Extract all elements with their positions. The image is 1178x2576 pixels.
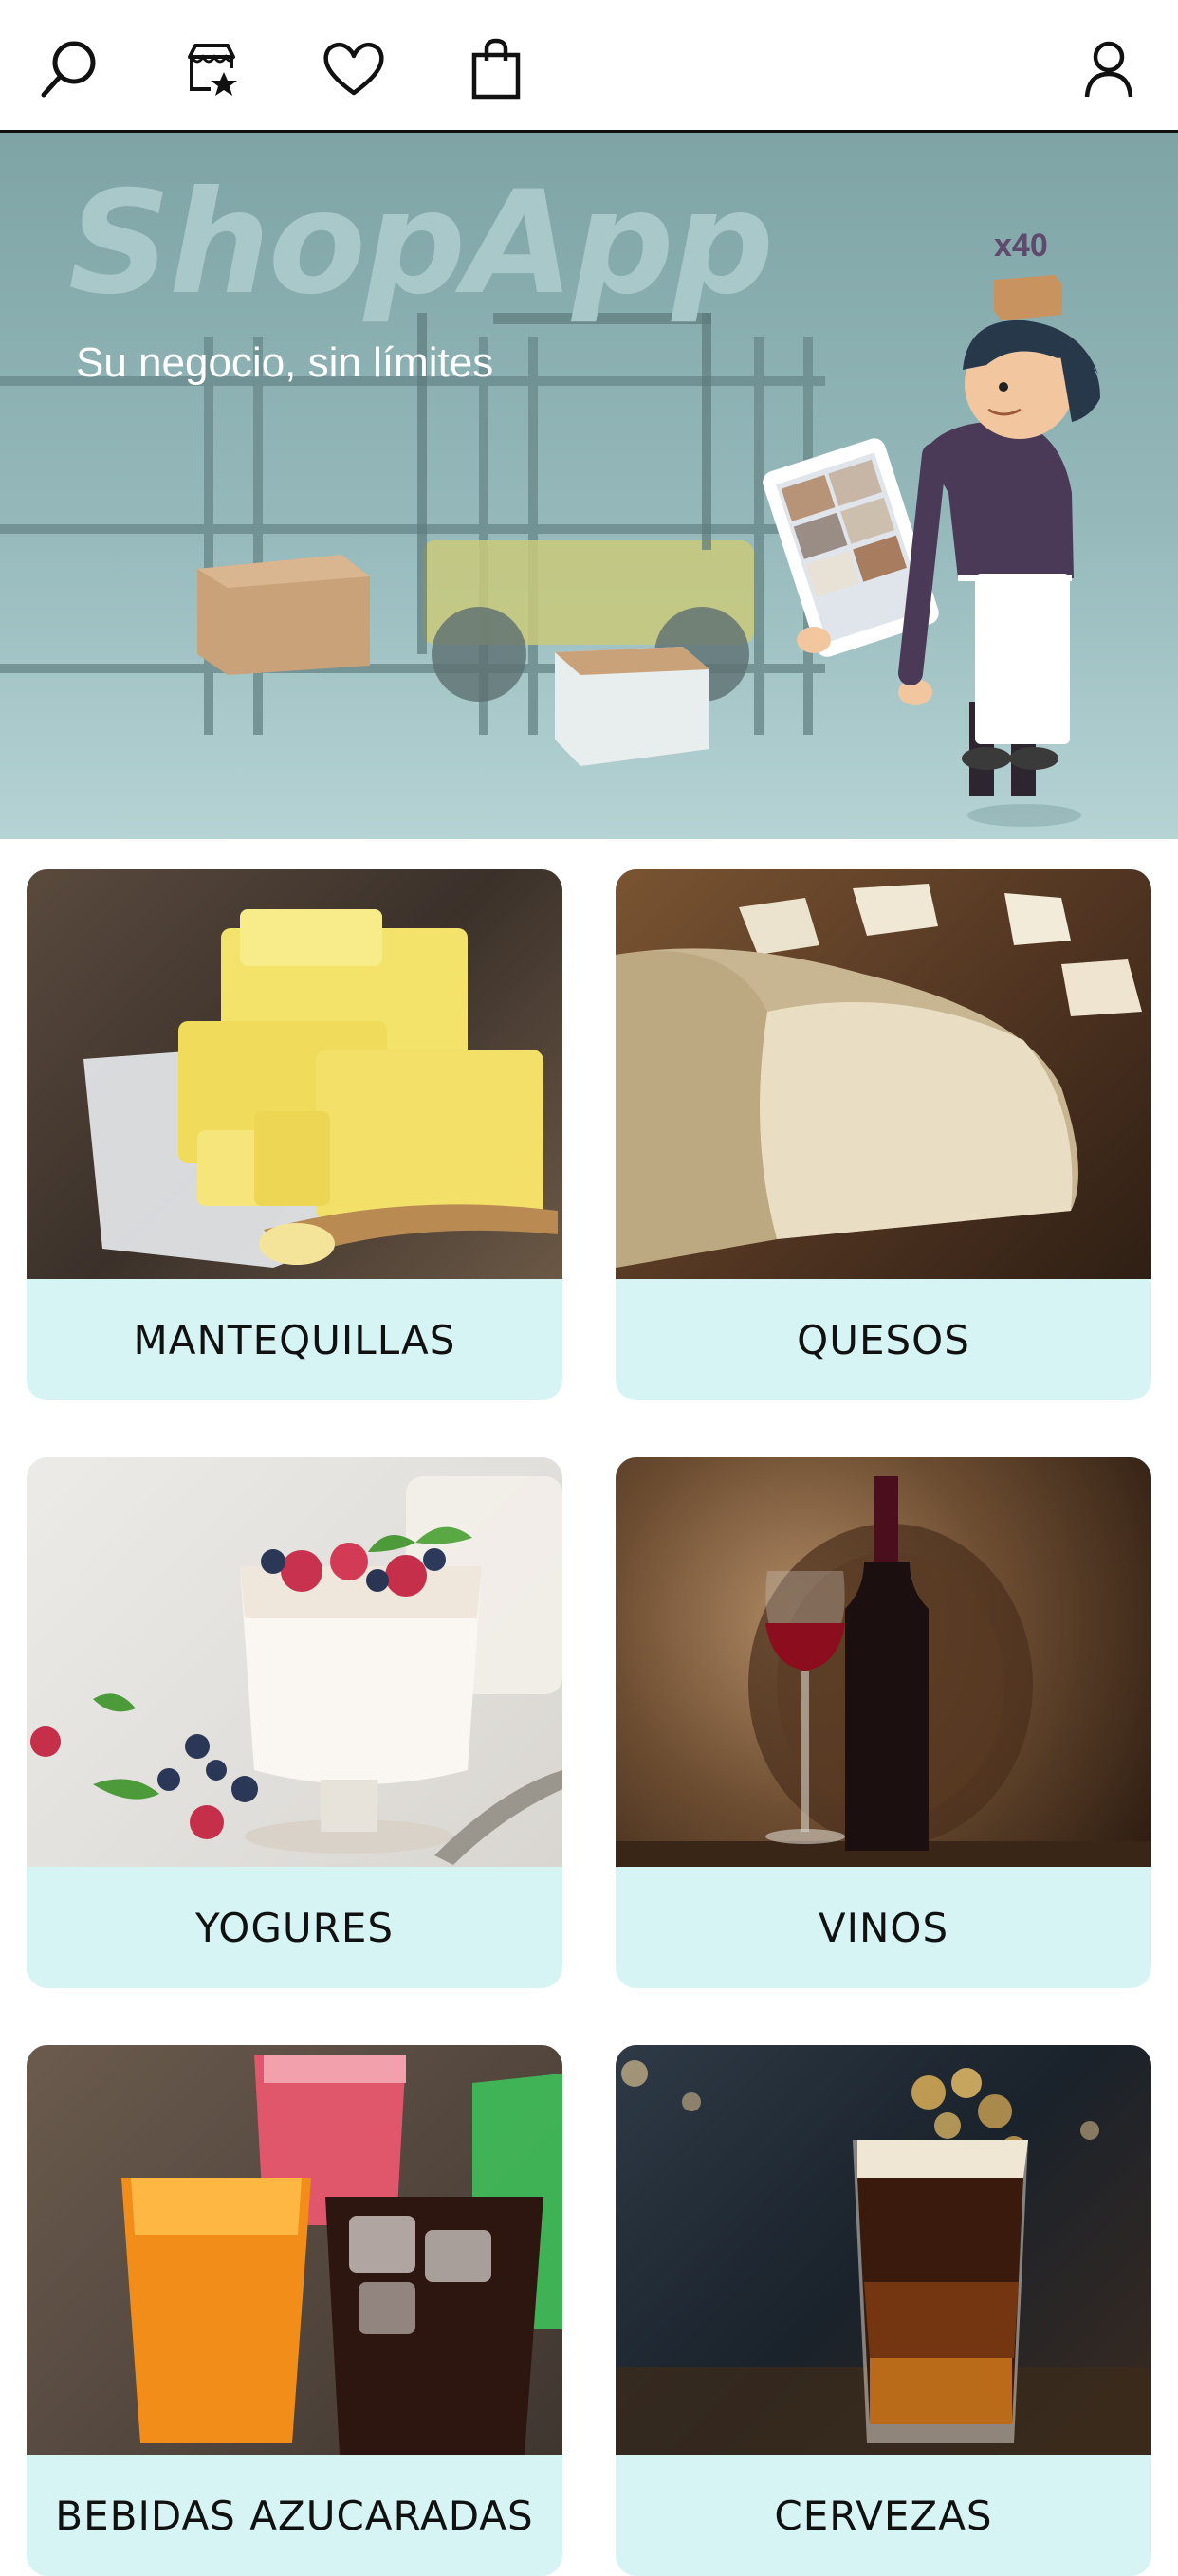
category-card-mantequillas[interactable]: MANTEQUILLAS <box>27 869 562 1400</box>
cheese-image <box>616 869 1151 1279</box>
category-card-vinos[interactable]: VINOS <box>616 1457 1151 1988</box>
category-card-yogures[interactable]: YOGURES <box>27 1457 562 1988</box>
category-card-cervezas[interactable]: CERVEZAS <box>616 2045 1151 2576</box>
category-card-quesos[interactable]: QUESOS <box>616 869 1151 1400</box>
category-label: QUESOS <box>797 1316 970 1363</box>
category-card-bebidas-azucaradas[interactable]: BEBIDAS AZUCARADAS <box>27 2045 562 2576</box>
wine-image <box>616 1457 1151 1867</box>
beer-image <box>616 2045 1151 2455</box>
top-toolbar <box>0 0 1178 133</box>
butter-image <box>27 869 562 1279</box>
brand-watermark: ShopApp <box>68 161 774 326</box>
heart-icon[interactable] <box>311 27 396 112</box>
category-label: BEBIDAS AZUCARADAS <box>55 2492 534 2539</box>
box-count-badge: x40 <box>994 228 1048 264</box>
shopping-bag-icon[interactable] <box>453 27 539 112</box>
yogurt-image <box>27 1457 562 1867</box>
banner-tagline: Su negocio, sin límites <box>76 339 494 386</box>
user-icon[interactable] <box>1066 27 1151 112</box>
category-label: YOGURES <box>194 1904 395 1951</box>
category-label: VINOS <box>818 1904 949 1951</box>
category-label: CERVEZAS <box>774 2492 993 2539</box>
promo-banner[interactable]: ShopApp Su negocio, sin límites x40 <box>0 133 1178 839</box>
category-grid: MANTEQUILLAS QUESOS YOGURES VINOS BEBIDA… <box>0 839 1178 2576</box>
favorite-stores-icon[interactable] <box>169 27 254 112</box>
category-label: MANTEQUILLAS <box>133 1316 456 1363</box>
search-icon[interactable] <box>27 27 112 112</box>
soft-drinks-image <box>27 2045 562 2455</box>
